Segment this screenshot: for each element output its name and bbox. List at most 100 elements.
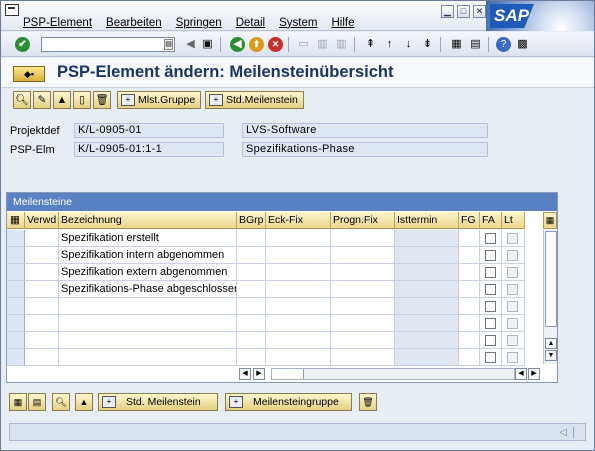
eck-fix-cell[interactable] [266, 332, 331, 349]
progn-fix-cell[interactable] [331, 315, 395, 332]
row-selector[interactable] [7, 247, 25, 264]
progn-fix-cell[interactable] [331, 349, 395, 366]
bezeichnung-cell[interactable]: Spezifikation intern abgenommen [59, 247, 237, 264]
command-back-icon[interactable]: ◀ [183, 37, 198, 52]
bgrp-cell[interactable] [237, 230, 266, 247]
detail-button-icon[interactable]: 🔍︎ [52, 393, 70, 411]
verwd-cell[interactable] [25, 298, 59, 315]
create-shortcut-icon[interactable]: ▤ [468, 37, 483, 52]
print-button-icon[interactable]: ▲ [75, 393, 93, 411]
bezeichnung-cell[interactable]: Spezifikations-Phase abgeschlossen [59, 281, 237, 298]
verwd-cell[interactable] [25, 281, 59, 298]
bezeichnung-cell[interactable] [59, 332, 237, 349]
vertical-scrollbar[interactable]: ▲ ▼ [543, 230, 557, 364]
save-icon[interactable]: ▣ [200, 37, 215, 52]
std-meilenstein-button[interactable]: + Std.Meilenstein [205, 91, 304, 109]
print-icon[interactable]: ▭ [296, 37, 311, 52]
system-menu-icon[interactable] [5, 4, 19, 16]
std-meilenstein-bottom-button[interactable]: + Std. Meilenstein [98, 393, 218, 411]
fg-cell[interactable] [459, 298, 480, 315]
scroll-left-icon[interactable]: ◀ [515, 368, 527, 380]
column-scroll-left-icon[interactable]: ◀ [239, 368, 251, 380]
bezeichnung-cell[interactable] [59, 298, 237, 315]
status-expand-icon[interactable]: ◁ [559, 427, 567, 438]
eck-fix-cell[interactable] [266, 349, 331, 366]
bgrp-cell[interactable] [237, 264, 266, 281]
exit-icon[interactable]: ⬆ [249, 37, 264, 52]
bgrp-cell[interactable] [237, 315, 266, 332]
print-list-icon[interactable]: ▲ [53, 91, 71, 109]
row-selector[interactable] [7, 281, 25, 298]
eck-fix-cell[interactable] [266, 230, 331, 247]
fa-checkbox[interactable] [485, 250, 496, 261]
vertical-scroll-thumb[interactable] [545, 231, 557, 327]
details-icon[interactable]: 🔍︎ [13, 91, 31, 109]
last-page-icon[interactable]: ⇟ [420, 37, 435, 52]
row-selector[interactable] [7, 264, 25, 281]
progn-fix-cell[interactable] [331, 281, 395, 298]
fa-checkbox[interactable] [485, 318, 496, 329]
fa-checkbox[interactable] [485, 233, 496, 244]
menu-item-system[interactable]: System [279, 17, 317, 29]
cancel-icon[interactable]: ✕ [268, 37, 283, 52]
delete-row-icon[interactable]: 🗑︎ [359, 393, 377, 411]
bgrp-cell[interactable] [237, 332, 266, 349]
menu-item-detail[interactable]: Detail [236, 17, 265, 29]
menu-item-hilfe[interactable]: Hilfe [331, 17, 354, 29]
fg-cell[interactable] [459, 230, 480, 247]
bezeichnung-cell[interactable] [59, 315, 237, 332]
verwd-cell[interactable] [25, 264, 59, 281]
meilensteingruppe-button[interactable]: + Meilensteingruppe [225, 393, 352, 411]
column-header-isttermin[interactable]: Isttermin [395, 212, 459, 229]
column-header-eck-fix[interactable]: Eck-Fix [266, 212, 331, 229]
column-header-fg[interactable]: FG [459, 212, 480, 229]
find-icon[interactable]: ▥ [315, 37, 330, 52]
fg-cell[interactable] [459, 264, 480, 281]
fg-cell[interactable] [459, 281, 480, 298]
menu-item-psp-element[interactable]: PSP-Element [23, 17, 92, 29]
maximize-icon[interactable]: □ [457, 5, 470, 18]
horizontal-scroll-thumb[interactable] [272, 369, 304, 379]
bgrp-cell[interactable] [237, 281, 266, 298]
enter-icon[interactable]: ✔ [15, 37, 30, 52]
bezeichnung-cell[interactable]: Spezifikation erstellt [59, 230, 237, 247]
row-selector[interactable] [7, 349, 25, 366]
minimize-icon[interactable]: ▁ [441, 5, 454, 18]
row-selector[interactable] [7, 315, 25, 332]
previous-page-icon[interactable]: ↑ [382, 37, 397, 52]
progn-fix-cell[interactable] [331, 298, 395, 315]
progn-fix-cell[interactable] [331, 247, 395, 264]
fg-cell[interactable] [459, 247, 480, 264]
bgrp-cell[interactable] [237, 247, 266, 264]
edit-icon[interactable]: ✎ [33, 91, 51, 109]
command-field[interactable]: ▤ [41, 37, 175, 52]
fa-checkbox[interactable] [485, 267, 496, 278]
delete-icon[interactable]: 🗑︎ [93, 91, 111, 109]
column-header-lt[interactable]: Lt [502, 212, 525, 229]
eck-fix-cell[interactable] [266, 315, 331, 332]
table-settings-icon[interactable]: ▦ [543, 212, 557, 229]
column-header-verwd[interactable]: Verwd [25, 212, 59, 229]
bezeichnung-cell[interactable]: Spezifikation extern abgenommen [59, 264, 237, 281]
fa-checkbox[interactable] [485, 284, 496, 295]
progn-fix-cell[interactable] [331, 332, 395, 349]
progn-fix-cell[interactable] [331, 264, 395, 281]
resize-grip[interactable] [573, 427, 583, 438]
first-page-icon[interactable]: ⇞ [363, 37, 378, 52]
create-icon[interactable]: ▯ [73, 91, 91, 109]
horizontal-scrollbar[interactable] [271, 368, 515, 380]
verwd-cell[interactable] [25, 332, 59, 349]
column-scroll-right-icon[interactable]: ▶ [253, 368, 265, 380]
row-selector[interactable] [7, 298, 25, 315]
command-history-dropdown-icon[interactable]: ▤ [164, 39, 173, 50]
verwd-cell[interactable] [25, 349, 59, 366]
row-selector[interactable] [7, 332, 25, 349]
eck-fix-cell[interactable] [266, 281, 331, 298]
next-page-icon[interactable]: ↓ [401, 37, 416, 52]
back-icon[interactable]: ◀ [230, 37, 245, 52]
create-session-icon[interactable]: ▦ [449, 37, 464, 52]
bezeichnung-cell[interactable] [59, 349, 237, 366]
mlst-gruppe-button[interactable]: + Mlst.Gruppe [117, 91, 202, 109]
scroll-up-icon[interactable]: ▲ [545, 338, 557, 349]
customize-layout-icon[interactable]: ▩ [515, 37, 530, 52]
